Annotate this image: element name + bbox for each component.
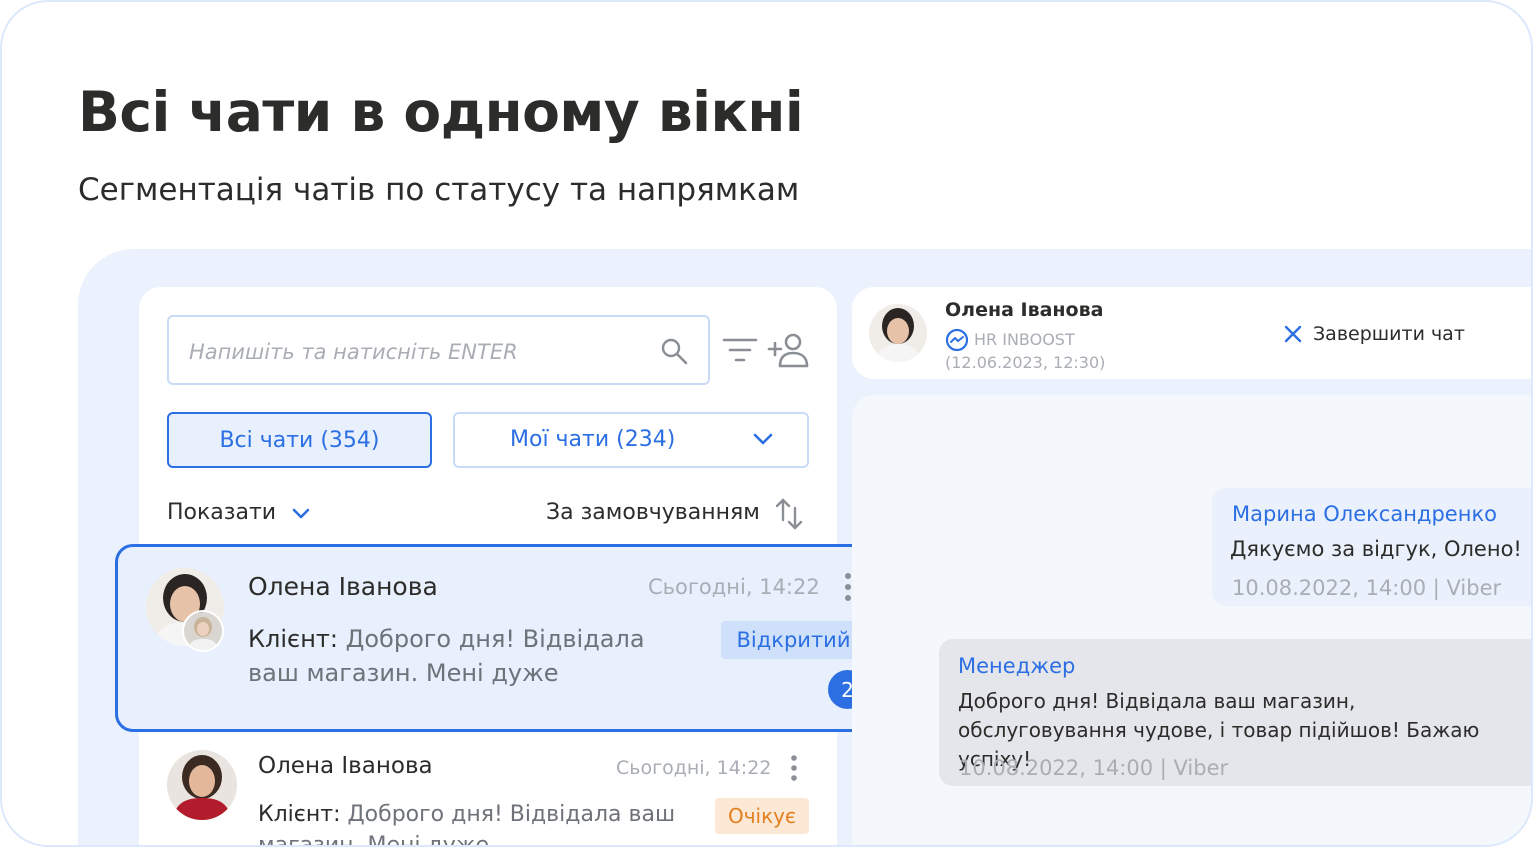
search-placeholder: Напишіть та натисніть ENTER	[189, 340, 518, 364]
sort-label[interactable]: За замовчуванням	[546, 500, 760, 525]
tab-my-chats-label: Мої чати (234)	[510, 427, 676, 452]
message-meta: 10.08.2022, 14:00 | Viber	[1232, 576, 1502, 600]
chat-contact-name: Олена Іванова	[945, 299, 1104, 321]
avatar	[869, 304, 927, 362]
page-title: Всі чати в одному вікні	[78, 80, 804, 144]
chat-item-time: Сьогодні, 14:22	[616, 757, 772, 779]
search-input[interactable]: Напишіть та натисніть ENTER	[167, 315, 710, 385]
end-chat-button[interactable]: Завершити чат	[1313, 323, 1465, 345]
more-vertical-icon[interactable]	[788, 754, 800, 782]
tab-my-chats[interactable]: Мої чати (234)	[453, 412, 809, 468]
chat-channel: HR INBOOST	[974, 330, 1075, 349]
message-meta: 10.08.2022, 14:00 | Viber	[959, 756, 1229, 780]
chat-item-name: Олена Іванова	[248, 572, 438, 601]
chat-item-time: Сьогодні, 14:22	[648, 575, 820, 599]
show-filter-label[interactable]: Показати	[167, 500, 276, 525]
agent-avatar	[182, 610, 224, 652]
chat-item-name: Олена Іванова	[258, 753, 433, 779]
page-subtitle: Сегментація чатів по статусу та напрямка…	[78, 172, 800, 208]
messenger-icon	[945, 328, 969, 352]
status-badge: Очікує	[715, 798, 809, 834]
message-author: Менеджер	[958, 654, 1076, 678]
chevron-down-icon[interactable]	[753, 432, 773, 446]
message-author: Марина Олександренко	[1232, 502, 1497, 526]
filter-icon[interactable]	[722, 334, 758, 366]
status-badge: Відкритий	[721, 621, 866, 659]
search-icon[interactable]	[660, 337, 688, 365]
add-user-icon[interactable]	[767, 332, 811, 368]
close-icon[interactable]	[1283, 324, 1303, 344]
chevron-down-icon[interactable]	[292, 507, 310, 521]
tab-all-chats[interactable]: Всі чати (354)	[167, 412, 432, 468]
promo-frame: Всі чати в одному вікні Сегментація чаті…	[0, 0, 1533, 847]
message-sender-prefix: Клієнт:	[258, 802, 341, 827]
chat-item-preview: Клієнт: Доброго дня! Відвідала ваш магаз…	[248, 622, 678, 690]
avatar	[167, 750, 237, 820]
message-sender-prefix: Клієнт:	[248, 625, 338, 653]
chat-date: (12.06.2023, 12:30)	[945, 353, 1106, 372]
message-text: Дякуємо за відгук, Олено!	[1230, 537, 1522, 561]
chat-item-preview: Клієнт: Доброго дня! Відвідала ваш магаз…	[258, 799, 678, 845]
sort-icon[interactable]	[774, 496, 804, 532]
